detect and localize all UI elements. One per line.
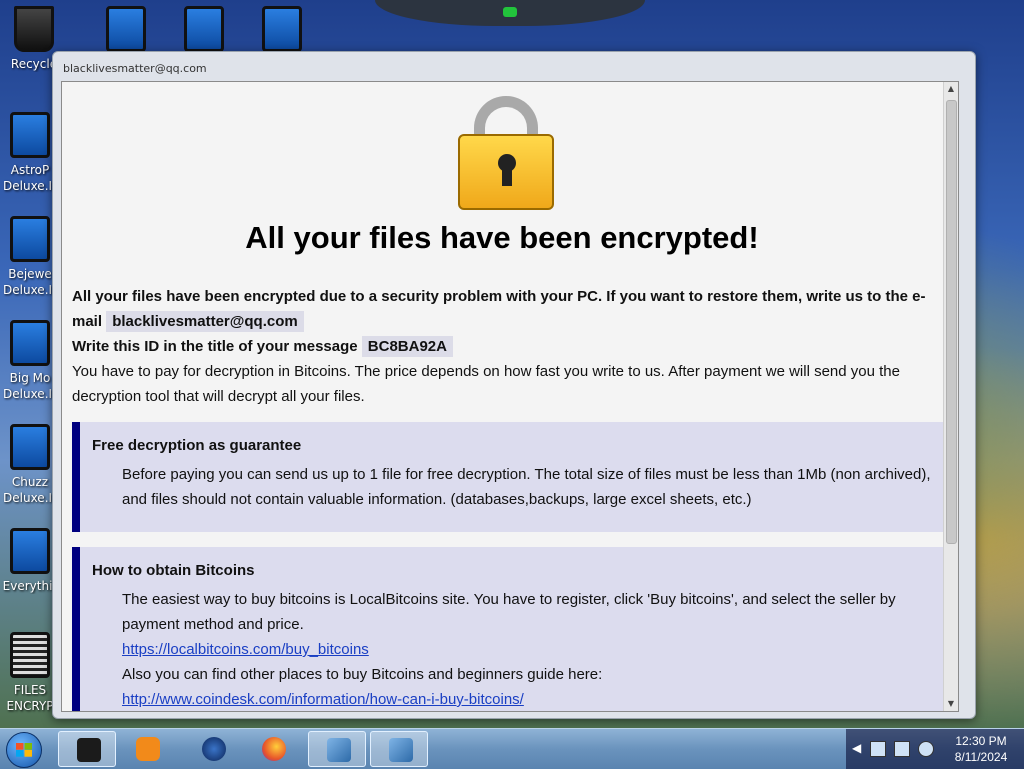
desktop-icon-shortcut[interactable] <box>176 6 232 56</box>
taskbar-app-installer[interactable] <box>308 731 366 767</box>
box-title: Free decryption as guarantee <box>92 437 302 454</box>
media-player-icon <box>136 737 160 761</box>
taskbar: ◀ 12:30 PM 8/11/2024 <box>0 728 1024 769</box>
desktop-icon-label: FILES ENCRYP <box>6 683 54 713</box>
scroll-down-arrow-icon[interactable]: ▼ <box>944 697 958 711</box>
clock-time: 12:30 PM <box>955 734 1007 748</box>
desktop-icon-label: AstroP Deluxe.Ir <box>3 163 57 193</box>
id-instruction-text: Write this ID in the title of your messa… <box>72 338 358 355</box>
app-icon <box>184 6 224 52</box>
clock[interactable]: 12:30 PM 8/11/2024 <box>946 733 1016 765</box>
window-content: All your files have been encrypted! All … <box>61 81 959 712</box>
show-hidden-icons-icon[interactable]: ◀ <box>852 741 861 755</box>
scroll-up-arrow-icon[interactable]: ▲ <box>944 82 958 96</box>
id-instruction: Write this ID in the title of your messa… <box>72 334 942 359</box>
box-title: How to obtain Bitcoins <box>92 562 255 579</box>
installer-icon <box>327 738 351 762</box>
firefox-icon <box>262 737 286 761</box>
padlock-icon <box>458 96 554 210</box>
guide-text: Also you can find other places to buy Bi… <box>122 666 603 683</box>
scrollbar-thumb[interactable] <box>946 100 957 544</box>
desktop-icon-chuzzle[interactable]: Chuzz Deluxe.Ir <box>2 424 58 506</box>
app-icon <box>10 112 50 158</box>
app-icon <box>10 424 50 470</box>
globe-icon <box>202 737 226 761</box>
bitcoin-instructions: The easiest way to buy bitcoins is Local… <box>122 591 896 633</box>
dock-indicator-icon <box>503 7 517 17</box>
free-decryption-box: Free decryption as guarantee Before payi… <box>72 422 945 532</box>
installer-icon <box>389 738 413 762</box>
desktop-icon-label: Chuzz Deluxe.Ir <box>3 475 57 505</box>
windows-logo-icon <box>16 743 32 757</box>
taskbar-app-installer[interactable] <box>370 731 428 767</box>
desktop-icon-files-encrypted[interactable]: FILES ENCRYP <box>2 632 58 714</box>
desktop-icon-label: Bejewe Deluxe.Ir <box>3 267 57 297</box>
desktop-icon-label: Big Mo Deluxe.Ir <box>3 371 57 401</box>
desktop-icon-shortcut[interactable] <box>254 6 310 56</box>
ransom-note-window: blacklivesmatter@qq.com All your files h… <box>52 51 976 719</box>
system-tray: ◀ 12:30 PM 8/11/2024 <box>846 729 1024 769</box>
start-button[interactable] <box>6 732 42 768</box>
taskbar-app-media-player[interactable] <box>118 731 176 767</box>
taskbar-app-globe[interactable] <box>184 731 242 767</box>
page-title: All your files have been encrypted! <box>245 220 759 255</box>
taskbar-app-terminal[interactable] <box>58 731 116 767</box>
desktop-icon-bejeweled[interactable]: Bejewe Deluxe.Ir <box>2 216 58 298</box>
payment-info: You have to pay for decryption in Bitcoi… <box>72 363 900 405</box>
app-icon <box>10 216 50 262</box>
box-text: The easiest way to buy bitcoins is Local… <box>122 587 937 711</box>
network-icon[interactable] <box>894 741 910 757</box>
window-title: blacklivesmatter@qq.com <box>63 62 207 75</box>
desktop-icon-big-money[interactable]: Big Mo Deluxe.Ir <box>2 320 58 402</box>
terminal-icon <box>77 738 101 762</box>
obtain-bitcoins-box: How to obtain Bitcoins The easiest way t… <box>72 547 945 711</box>
app-icon <box>10 528 50 574</box>
box-text: Before paying you can send us up to 1 fi… <box>122 466 931 508</box>
top-dock <box>375 0 645 26</box>
volume-icon[interactable] <box>918 741 934 757</box>
localbitcoins-link[interactable]: https://localbitcoins.com/buy_bitcoins <box>122 637 937 662</box>
desktop-icon-astropop[interactable]: AstroP Deluxe.Ir <box>2 112 58 194</box>
clock-date: 8/11/2024 <box>954 750 1008 764</box>
coindesk-link[interactable]: http://www.coindesk.com/information/how-… <box>122 687 937 711</box>
desktop-icon-everything[interactable]: Everythir <box>2 528 58 594</box>
intro-paragraph-bold: All your files have been encrypted due t… <box>72 284 942 334</box>
contact-email[interactable]: blacklivesmatter@qq.com <box>106 311 304 332</box>
desktop-icon-label: Everythir <box>2 579 58 593</box>
text-file-icon <box>10 632 50 678</box>
taskbar-app-firefox[interactable] <box>244 731 302 767</box>
recycle-bin-icon <box>14 6 54 52</box>
vertical-scrollbar[interactable]: ▲ ▼ <box>943 82 958 711</box>
tray-icon[interactable] <box>870 741 886 757</box>
app-icon <box>106 6 146 52</box>
desktop-icon-shortcut[interactable] <box>98 6 154 56</box>
victim-id[interactable]: BC8BA92A <box>361 336 453 357</box>
app-icon <box>262 6 302 52</box>
app-icon <box>10 320 50 366</box>
